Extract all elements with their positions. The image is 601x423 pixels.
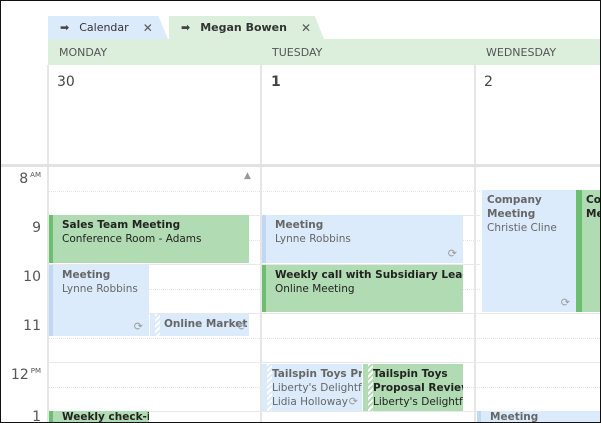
event-company-meeting[interactable]: Company Meeting Christie Cline ⟳ <box>480 190 576 312</box>
recurring-icon: ⟳ <box>348 395 358 408</box>
tab-label: Calendar <box>79 21 129 34</box>
hour-label: 9 <box>32 220 41 236</box>
day-number-wednesday[interactable]: 2 <box>484 74 493 90</box>
hour-label: 11 <box>23 318 41 334</box>
day-number-monday[interactable]: 30 <box>57 74 75 90</box>
arrow-icon: ➡ <box>181 21 191 34</box>
event-tailspin-toys-pro[interactable]: Tailspin Toys Pro Liberty's Delightful Lid… <box>262 364 362 411</box>
event-company-meeting-2[interactable]: CoMe <box>576 190 600 312</box>
calendar-window: ➡ Calendar ✕ ➡ Megan Bowen ✕ MONDAY TUESDAY … <box>0 0 601 423</box>
recurring-icon: ⟳ <box>133 320 143 333</box>
event-meeting[interactable]: Meeting <box>477 411 600 422</box>
hour-label: 8 AM <box>19 171 41 187</box>
event-weekly-call[interactable]: Weekly call with Subsidiary Leads Online … <box>262 265 463 312</box>
hour-label: 10 <box>23 269 41 285</box>
day-name-wednesday: WEDNESDAY <box>486 46 557 59</box>
divider <box>474 65 476 422</box>
hour-label: 1 <box>32 409 41 423</box>
event-online-market[interactable]: Online Market ⟳ <box>150 314 249 336</box>
day-name-tuesday: TUESDAY <box>272 46 323 59</box>
event-meeting[interactable]: Meeting Lynne Robbins ⟳ <box>262 215 463 263</box>
tab-label: Megan Bowen <box>200 21 287 34</box>
event-weekly-check-in[interactable]: Weekly check-in <box>49 411 149 422</box>
recurring-icon: ⟳ <box>237 320 247 333</box>
half-hour-line <box>48 338 600 339</box>
tab-megan-bowen[interactable]: ➡ Megan Bowen ✕ <box>169 16 324 39</box>
tab-calendar[interactable]: ➡ Calendar ✕ <box>48 16 168 39</box>
scroll-up-icon[interactable]: ▲ <box>244 171 251 181</box>
hour-line <box>48 362 600 363</box>
day-name-monday: MONDAY <box>59 46 108 59</box>
divider <box>1 164 600 167</box>
recurring-icon: ⟳ <box>447 247 457 260</box>
event-tailspin-toys-proposal-review[interactable]: Tailspin Toys Proposal Review Liberty's De… <box>363 364 463 411</box>
recurring-icon: ⟳ <box>560 296 570 309</box>
arrow-icon: ➡ <box>60 21 70 34</box>
event-meeting[interactable]: Meeting Lynne Robbins ⟳ <box>49 265 149 336</box>
day-number-tuesday[interactable]: 1 <box>271 74 281 90</box>
close-icon[interactable]: ✕ <box>143 21 153 35</box>
event-sales-team-meeting[interactable]: Sales Team Meeting Conference Room - Adam… <box>49 215 249 263</box>
close-icon[interactable]: ✕ <box>301 21 311 35</box>
hour-label: 12 PM <box>10 367 41 383</box>
